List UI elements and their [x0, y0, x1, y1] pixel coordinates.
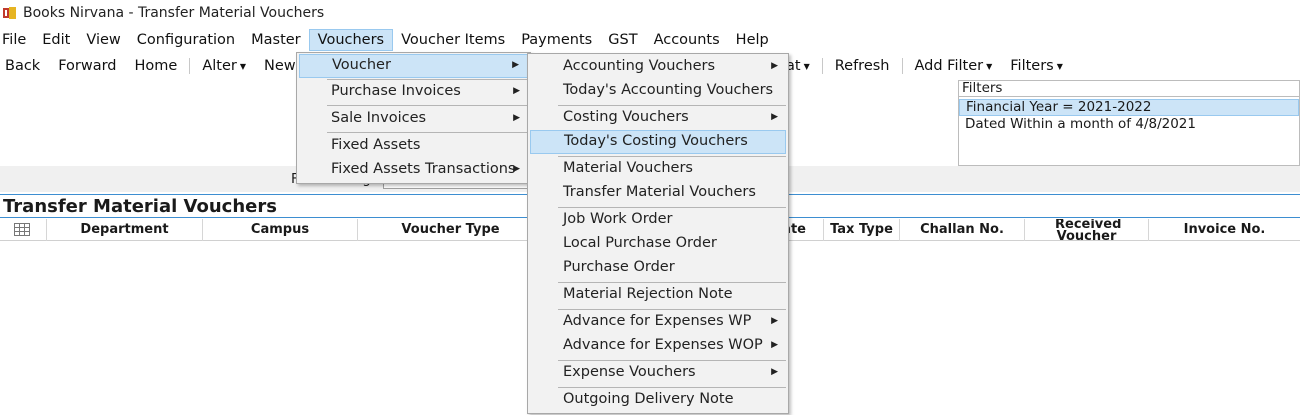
submenu-arrow-icon: ▶ — [513, 86, 520, 96]
submenu-arrow-icon: ▶ — [513, 113, 520, 123]
menu-gst[interactable]: GST — [600, 29, 645, 51]
menu-separator — [327, 132, 528, 133]
submenu-arrow-icon: ▶ — [771, 316, 778, 326]
menu-accounts[interactable]: Accounts — [646, 29, 728, 51]
new-label: New — [264, 58, 296, 74]
menu-edit[interactable]: Edit — [34, 29, 78, 51]
menu-vouchers[interactable]: Vouchers — [308, 29, 394, 51]
menu-file[interactable]: File — [0, 29, 34, 51]
filters-list: Financial Year = 2021-2022 Dated Within … — [958, 97, 1300, 166]
menu-item-todays-costing-vouchers[interactable]: Today's Costing Vouchers — [530, 130, 786, 154]
menu-item-local-purchase-order[interactable]: Local Purchase Order — [530, 232, 786, 256]
window-title: Books Nirvana - Transfer Material Vouche… — [23, 5, 325, 21]
toolbar: Back Forward Home Alter▼ New ▼ — [0, 54, 314, 78]
menu-item-label: Sale Invoices — [331, 110, 427, 126]
submenu-arrow-icon: ▶ — [771, 340, 778, 350]
column-header-challan-no[interactable]: Challan No. — [900, 219, 1025, 241]
submenu-arrow-icon: ▶ — [512, 60, 519, 70]
submenu-arrow-icon: ▶ — [771, 61, 778, 71]
filters-header: Filters — [958, 80, 1300, 97]
menu-item-label: Voucher — [332, 57, 391, 73]
menu-item-advance-for-expenses-wp[interactable]: Advance for Expenses WP ▶ — [530, 310, 786, 334]
back-button[interactable]: Back — [0, 58, 49, 74]
menu-master[interactable]: Master — [243, 29, 309, 51]
menu-item-label: Expense Vouchers — [563, 364, 696, 380]
menu-item-costing-vouchers[interactable]: Costing Vouchers ▶ — [530, 106, 786, 130]
submenu-arrow-icon: ▶ — [513, 164, 520, 174]
menu-item-purchase-invoices[interactable]: Purchase Invoices ▶ — [299, 80, 528, 104]
menu-item-material-rejection-note[interactable]: Material Rejection Note — [530, 283, 786, 307]
menu-item-purchase-order[interactable]: Purchase Order — [530, 256, 786, 280]
menu-payments[interactable]: Payments — [513, 29, 600, 51]
add-filter-dropdown-button[interactable]: Add Filter ▼ — [906, 58, 1002, 74]
refresh-button[interactable]: Refresh — [826, 58, 899, 74]
column-header-invoice-no[interactable]: Invoice No. — [1149, 219, 1300, 241]
caret-down-icon: ▼ — [1056, 61, 1063, 71]
menu-voucher-items[interactable]: Voucher Items — [393, 29, 513, 51]
title-bar: Books Nirvana - Transfer Material Vouche… — [0, 0, 1300, 26]
menu-item-fixed-assets-transactions[interactable]: Fixed Assets Transactions ▶ — [299, 158, 528, 182]
voucher-submenu: Accounting Vouchers ▶ Today's Accounting… — [527, 53, 789, 414]
menu-help[interactable]: Help — [728, 29, 777, 51]
menu-item-label: Purchase Invoices — [331, 83, 461, 99]
menu-item-advance-for-expenses-wop[interactable]: Advance for Expenses WOP ▶ — [530, 334, 786, 358]
menu-item-label: Accounting Vouchers — [563, 58, 716, 74]
menu-item-material-vouchers[interactable]: Material Vouchers — [530, 157, 786, 181]
menu-item-label: Advance for Expenses WOP — [563, 337, 763, 353]
menu-item-sale-invoices[interactable]: Sale Invoices ▶ — [299, 107, 528, 131]
submenu-arrow-icon: ▶ — [771, 112, 778, 122]
grid-column-chooser[interactable] — [0, 219, 47, 241]
alter-dropdown-button[interactable]: Alter ▼ — [193, 58, 255, 74]
caret-down-icon: ▼ — [239, 61, 247, 71]
toolbar-separator — [189, 58, 191, 74]
page-title: Transfer Material Vouchers — [3, 196, 277, 217]
menu-item-fixed-assets[interactable]: Fixed Assets — [299, 134, 528, 158]
add-filter-label: Add Filter — [914, 58, 984, 74]
column-header-tax-type[interactable]: Tax Type — [824, 219, 900, 241]
menu-item-transfer-material-vouchers[interactable]: Transfer Material Vouchers — [530, 181, 786, 205]
column-header-voucher-type[interactable]: Voucher Type — [358, 219, 544, 241]
column-header-department[interactable]: Department — [47, 219, 203, 241]
caret-down-icon: ▼ — [986, 61, 993, 71]
app-logo-icon — [3, 7, 16, 19]
alter-label: Alter — [202, 58, 237, 74]
filter-item-financial-year[interactable]: Financial Year = 2021-2022 — [959, 99, 1299, 116]
menu-item-label: Costing Vouchers — [563, 109, 689, 125]
menu-item-voucher[interactable]: Voucher ▶ — [299, 54, 528, 78]
menu-item-expense-vouchers[interactable]: Expense Vouchers ▶ — [530, 361, 786, 385]
menu-configuration[interactable]: Configuration — [129, 29, 243, 51]
menu-item-job-work-order[interactable]: Job Work Order — [530, 208, 786, 232]
grid-icon — [14, 223, 30, 236]
caret-down-icon: ▼ — [803, 61, 810, 71]
toolbar-separator — [901, 58, 903, 74]
filter-item-date-range[interactable]: Dated Within a month of 4/8/2021 — [959, 116, 1299, 133]
menu-item-outgoing-delivery-note[interactable]: Outgoing Delivery Note — [530, 388, 786, 412]
menu-item-todays-accounting-vouchers[interactable]: Today's Accounting Vouchers — [530, 79, 786, 103]
column-header-campus[interactable]: Campus — [203, 219, 358, 241]
menu-bar: File Edit View Configuration Master Vouc… — [0, 28, 777, 52]
vouchers-dropdown-menu: Voucher ▶ Purchase Invoices ▶ Sale Invoi… — [296, 52, 531, 184]
filters-label: Filters — [1010, 58, 1054, 74]
forward-button[interactable]: Forward — [49, 58, 125, 74]
home-button[interactable]: Home — [126, 58, 187, 74]
column-header-received-voucher-no[interactable]: Received Voucher No. — [1025, 219, 1149, 241]
submenu-arrow-icon: ▶ — [771, 367, 778, 377]
menu-item-label: Advance for Expenses WP — [563, 313, 752, 329]
toolbar-separator — [821, 58, 823, 74]
menu-item-accounting-vouchers[interactable]: Accounting Vouchers ▶ — [530, 55, 786, 79]
menu-item-label: Fixed Assets Transactions — [331, 161, 516, 177]
filters-dropdown-button[interactable]: Filters ▼ — [1001, 58, 1072, 74]
toolbar-right: at ▼ Refresh Add Filter ▼ Filters ▼ — [782, 54, 1072, 78]
menu-view[interactable]: View — [78, 29, 128, 51]
menu-separator — [327, 105, 528, 106]
